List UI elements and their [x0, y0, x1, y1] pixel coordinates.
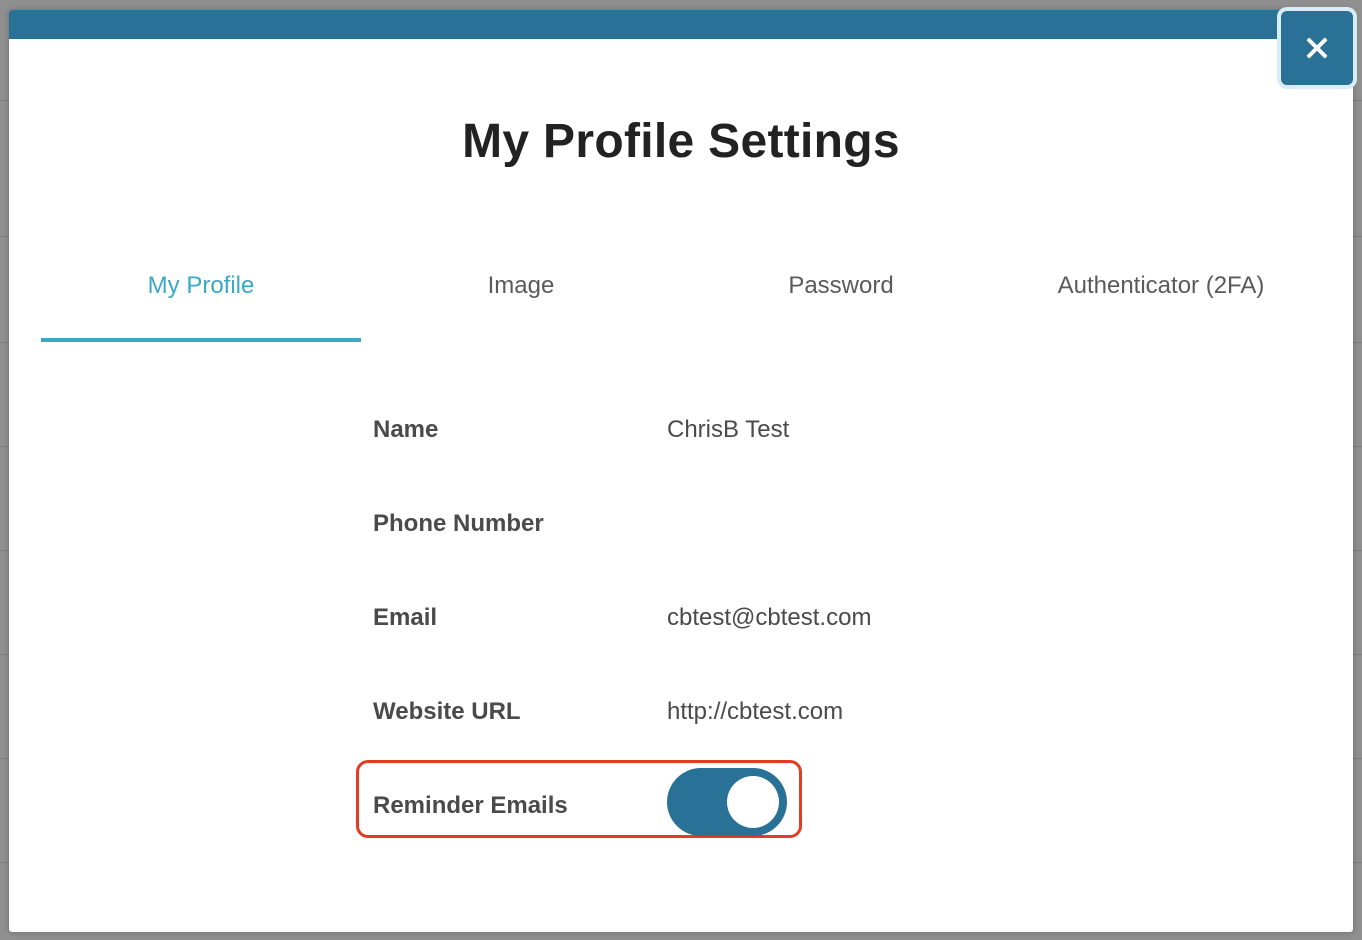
modal-title: My Profile Settings — [462, 115, 900, 168]
close-icon — [1306, 37, 1328, 59]
close-button[interactable] — [1281, 11, 1353, 85]
phone-row: Phone Number — [373, 504, 667, 544]
name-row: Name ChrisB Test — [373, 410, 789, 450]
website-label: Website URL — [373, 698, 521, 725]
profile-settings-modal: My Profile Settings My Profile Image Pas… — [9, 10, 1353, 932]
name-value: ChrisB Test — [667, 416, 790, 443]
reminder-emails-toggle[interactable] — [667, 768, 787, 836]
toggle-knob — [727, 776, 779, 828]
name-label: Name — [373, 416, 439, 443]
tab-my-profile[interactable]: My Profile — [41, 268, 361, 342]
reminder-label: Reminder Emails — [373, 792, 568, 819]
tab-password[interactable]: Password — [681, 268, 1001, 342]
email-label: Email — [373, 604, 438, 631]
tab-authenticator[interactable]: Authenticator (2FA) — [1001, 268, 1321, 342]
reminder-row: Reminder Emails — [373, 786, 667, 826]
tab-image[interactable]: Image — [361, 268, 681, 342]
phone-label: Phone Number — [373, 510, 544, 537]
email-value: cbtest@cbtest.com — [667, 604, 872, 631]
email-row: Email cbtest@cbtest.com — [373, 598, 871, 638]
website-value: http://cbtest.com — [667, 698, 844, 725]
settings-tabs: My Profile Image Password Authenticator … — [41, 268, 1321, 348]
website-row: Website URL http://cbtest.com — [373, 692, 843, 732]
modal-header-bar — [9, 10, 1353, 39]
